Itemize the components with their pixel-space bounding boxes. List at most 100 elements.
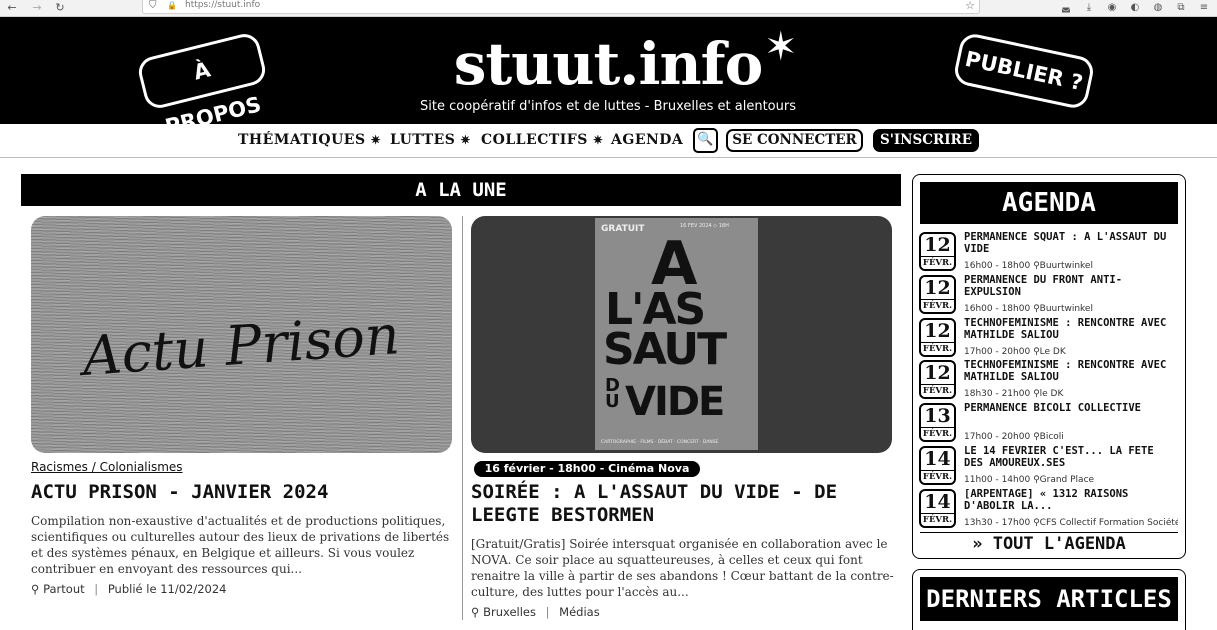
agenda-widget: AGENDA 12 FÉVR. PERMANENCE SQUAT : A L'ASS… bbox=[912, 174, 1186, 559]
event-info: 17h00 - 20h00 ⚲Bicoli bbox=[964, 432, 1178, 442]
event-date-badge: 16 février - 18h00 - Cinéma Nova bbox=[474, 461, 700, 477]
event-title[interactable]: TECHNOFEMINISME : RENCONTRE AVEC MATHILD… bbox=[964, 359, 1178, 383]
event-time: 13h30 - 17h00 bbox=[964, 517, 1031, 528]
event-time: 16h00 - 18h00 bbox=[964, 303, 1031, 314]
event-title[interactable]: TECHNOFEMINISME : RENCONTRE AVEC MATHILD… bbox=[964, 317, 1178, 341]
nav-collectifs[interactable]: COLLECTIFS ✷ bbox=[481, 132, 603, 148]
event-info: 11h00 - 14h00 ⚲Grand Place bbox=[964, 475, 1178, 485]
article-meta: ⚲ Partout | Publié le 11/02/2024 bbox=[31, 582, 227, 596]
star-icon: ✷ bbox=[460, 133, 471, 147]
event-info: 16h00 - 18h00 ⚲Buurtwinkel bbox=[964, 304, 1178, 314]
menu-icon[interactable]: ≡ bbox=[1198, 0, 1210, 16]
event-time: 11h00 - 14h00 bbox=[964, 475, 1031, 485]
shield-icon: ⛉ bbox=[149, 0, 157, 11]
site-logo[interactable]: stuut.info bbox=[398, 31, 818, 97]
event-place[interactable]: Grand Place bbox=[1040, 475, 1094, 485]
event-info: 18h30 - 21h00 ⚲le DK bbox=[964, 389, 1178, 399]
event-month: FÉVR. bbox=[921, 512, 954, 525]
address-bar[interactable]: ⛉ 🔒 https://stuut.info ☆ bbox=[142, 0, 980, 14]
article-category-link[interactable]: Racismes / Colonialismes bbox=[31, 460, 183, 474]
agenda-event[interactable]: 14 FÉVR. LE 14 FEVRIER C'EST... LA FETE DE… bbox=[919, 445, 1181, 487]
publier-button[interactable]: PUBLIER ? bbox=[952, 31, 1096, 111]
event-title[interactable]: PERMANENCE BICOLI COLLECTIVE bbox=[964, 402, 1178, 414]
event-place[interactable]: CFS Collectif Formation Société bbox=[1040, 518, 1178, 528]
event-info: 13h30 - 17h00 ⚲CFS Collectif Formation S… bbox=[964, 518, 1178, 528]
location-pin-icon: ⚲ bbox=[1033, 517, 1040, 528]
article-title[interactable]: SOIRÉE : A L'ASSAUT DU VIDE - DE LEEGTE … bbox=[471, 481, 891, 527]
event-date: 12 FÉVR. bbox=[919, 317, 956, 357]
nav-luttes-label: LUTTES bbox=[390, 132, 456, 148]
event-date: 14 FÉVR. bbox=[919, 446, 956, 485]
image-handwritten-text: Actu Prison bbox=[76, 303, 402, 388]
nav-agenda-label: AGENDA bbox=[611, 132, 684, 148]
event-title[interactable]: PERMANENCE SQUAT : A L'ASSAUT DU VIDE bbox=[964, 231, 1178, 255]
event-month: FÉVR. bbox=[921, 427, 954, 440]
browser-toolbar: ← → ↻ ⛉ 🔒 https://stuut.info ☆ ◛ ⤓ ◉ ◐ ◍… bbox=[0, 0, 1217, 17]
event-month: FÉVR. bbox=[921, 384, 954, 397]
reload-icon[interactable]: ↻ bbox=[53, 0, 67, 16]
event-day: 12 bbox=[924, 319, 951, 342]
location-pin-icon: ⚲ bbox=[1033, 346, 1040, 357]
event-month: FÉVR. bbox=[921, 470, 954, 482]
event-place[interactable]: Buurtwinkel bbox=[1040, 261, 1093, 271]
article-location[interactable]: Partout bbox=[43, 582, 85, 596]
lock-icon: 🔒 bbox=[167, 1, 177, 10]
nav-agenda[interactable]: AGENDA bbox=[611, 132, 683, 148]
site-header: À PROPOS stuut.info ✶ Site coopératif d'… bbox=[0, 17, 1217, 139]
une-heading: A LA UNE bbox=[21, 174, 901, 206]
all-agenda-link[interactable]: » TOUT L'AGENDA bbox=[913, 533, 1185, 555]
agenda-event[interactable]: 13 FÉVR. PERMANENCE BICOLI COLLECTIVE 17h00… bbox=[919, 402, 1181, 444]
event-time: 18h30 - 21h00 bbox=[964, 389, 1031, 400]
event-place[interactable]: le DK bbox=[1040, 389, 1064, 399]
agenda-heading: AGENDA bbox=[920, 182, 1178, 224]
event-date: 12 FÉVR. bbox=[919, 232, 956, 271]
poster-gratuit: GRATUIT bbox=[601, 224, 645, 234]
event-place[interactable]: Le DK bbox=[1040, 347, 1066, 357]
article-image-actu-prison[interactable]: Actu Prison bbox=[31, 216, 452, 453]
poster-line-4: DU bbox=[605, 375, 620, 412]
nav-luttes[interactable]: LUTTES ✷ bbox=[390, 132, 471, 148]
signup-button[interactable]: S'INSCRIRE bbox=[873, 129, 979, 152]
extension-icon-2[interactable]: ◍ bbox=[1152, 0, 1164, 16]
article-image-poster[interactable]: GRATUIT 16 FEV 2024 ◇ 18H A L'AS SAUT DU… bbox=[471, 216, 892, 453]
article-title[interactable]: ACTU PRISON - JANVIER 2024 bbox=[31, 481, 451, 504]
agenda-event[interactable]: 12 FÉVR. TECHNOFEMINISME : RENCONTRE AVEC … bbox=[919, 317, 1181, 359]
event-title[interactable]: PERMANENCE DU FRONT ANTI-EXPULSION bbox=[964, 274, 1178, 298]
pocket-icon[interactable]: ◛ bbox=[1060, 0, 1072, 16]
event-month: FÉVR. bbox=[921, 256, 954, 268]
url-text: https://stuut.info bbox=[185, 0, 261, 10]
nav-thematiques-label: THÉMATIQUES bbox=[238, 132, 366, 148]
event-title[interactable]: [ARPENTAGE] « 1312 RAISONS D'ABOLIR LA..… bbox=[964, 488, 1178, 512]
nav-collectifs-label: COLLECTIFS bbox=[481, 132, 588, 148]
event-title[interactable]: LE 14 FEVRIER C'EST... LA FETE DES AMOUR… bbox=[964, 445, 1178, 469]
apropos-button[interactable]: À PROPOS bbox=[135, 30, 269, 139]
extensions-icon[interactable]: ⧉ bbox=[1175, 0, 1187, 16]
agenda-event[interactable]: 12 FÉVR. TECHNOFEMINISME : RENCONTRE AVEC … bbox=[919, 359, 1181, 401]
logo-star-icon: ✶ bbox=[764, 24, 798, 70]
event-place[interactable]: Bicoli bbox=[1040, 432, 1064, 442]
event-day: 12 bbox=[924, 276, 951, 299]
back-arrow-icon[interactable]: ← bbox=[5, 0, 19, 16]
site-tagline: Site coopératif d'infos et de luttes - B… bbox=[420, 99, 796, 114]
search-button[interactable]: 🔍 bbox=[693, 128, 718, 153]
event-day: 14 bbox=[924, 490, 951, 513]
account-icon[interactable]: ◉ bbox=[1106, 0, 1118, 16]
event-time: 17h00 - 20h00 bbox=[964, 432, 1031, 443]
bookmark-star-icon[interactable]: ☆ bbox=[965, 0, 975, 13]
download-icon[interactable]: ⤓ bbox=[1083, 0, 1095, 16]
extension-icon[interactable]: ◐ bbox=[1129, 0, 1141, 16]
latest-articles-heading: DERNIERS ARTICLES bbox=[920, 577, 1178, 621]
event-date: 12 FÉVR. bbox=[919, 360, 956, 400]
agenda-event[interactable]: 14 FÉVR. [ARPENTAGE] « 1312 RAISONS D'ABOL… bbox=[919, 488, 1181, 530]
article-location[interactable]: Bruxelles bbox=[483, 605, 536, 619]
agenda-event[interactable]: 12 FÉVR. PERMANENCE DU FRONT ANTI-EXPULSIO… bbox=[919, 274, 1181, 316]
event-date: 13 FÉVR. bbox=[919, 403, 956, 443]
event-time: 16h00 - 18h00 bbox=[964, 261, 1031, 271]
article-tag[interactable]: Médias bbox=[559, 605, 600, 619]
nav-thematiques[interactable]: THÉMATIQUES ✷ bbox=[238, 132, 381, 148]
agenda-event[interactable]: 12 FÉVR. PERMANENCE SQUAT : A L'ASSAUT DU … bbox=[919, 231, 1181, 273]
location-pin-icon: ⚲ bbox=[1033, 389, 1040, 400]
forward-arrow-icon[interactable]: → bbox=[30, 0, 44, 16]
event-place[interactable]: Buurtwinkel bbox=[1040, 304, 1093, 314]
login-button[interactable]: SE CONNECTER bbox=[726, 129, 863, 152]
